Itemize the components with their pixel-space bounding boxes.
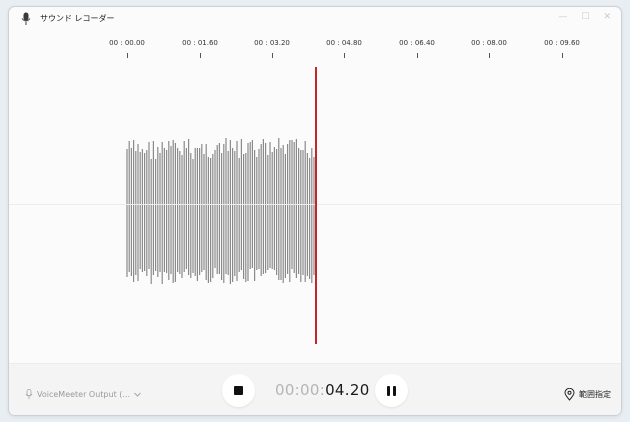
pause-icon xyxy=(387,385,390,396)
stop-button[interactable] xyxy=(222,374,255,407)
tick-mark xyxy=(417,53,418,58)
elapsed-time-prefix: 00:00: xyxy=(275,381,326,399)
tick-label: 00 : 06.40 xyxy=(399,39,435,47)
pause-button[interactable] xyxy=(375,374,408,407)
control-bar: VoiceMeeter Output (... 00:00:04.20 範囲指定 xyxy=(9,363,621,415)
tick-label: 00 : 00.00 xyxy=(109,39,145,47)
playhead[interactable] xyxy=(315,67,317,344)
tick-label: 00 : 09.60 xyxy=(544,39,580,47)
maximize-button[interactable]: ☐ xyxy=(581,12,589,22)
range-select-label: 範囲指定 xyxy=(579,390,611,399)
input-device-label: VoiceMeeter Output (... xyxy=(37,390,131,399)
microphone-icon xyxy=(21,12,31,25)
tick-mark xyxy=(200,53,201,58)
tick-mark xyxy=(344,53,345,58)
tick-label: 00 : 08.00 xyxy=(471,39,507,47)
minimize-button[interactable]: — xyxy=(558,12,567,22)
microphone-icon xyxy=(25,389,33,400)
tick-mark xyxy=(272,53,273,58)
location-pin-icon xyxy=(564,388,575,401)
elapsed-time: 00:00:04.20 xyxy=(275,381,370,399)
input-device-selector[interactable]: VoiceMeeter Output (... xyxy=(25,389,141,400)
tick-mark xyxy=(489,53,490,58)
title-bar: サウンド レコーダー — ☐ ✕ xyxy=(9,7,621,31)
stop-icon xyxy=(234,386,243,395)
timeline-ruler: 00 : 00.00 00 : 01.60 00 : 03.20 00 : 04… xyxy=(9,39,621,61)
app-window: サウンド レコーダー — ☐ ✕ 00 : 00.00 00 : 01.60 0… xyxy=(8,6,622,416)
tick-mark xyxy=(562,53,563,58)
app-title: サウンド レコーダー xyxy=(40,14,115,23)
range-select-button[interactable]: 範囲指定 xyxy=(564,388,611,401)
tick-label: 00 : 04.80 xyxy=(326,39,362,47)
tick-label: 00 : 03.20 xyxy=(254,39,290,47)
elapsed-time-seconds: 04.20 xyxy=(325,381,370,399)
chevron-down-icon xyxy=(134,392,141,397)
tick-label: 00 : 01.60 xyxy=(182,39,218,47)
tick-mark xyxy=(127,53,128,58)
window-controls: — ☐ ✕ xyxy=(558,12,611,22)
close-button[interactable]: ✕ xyxy=(603,12,611,22)
